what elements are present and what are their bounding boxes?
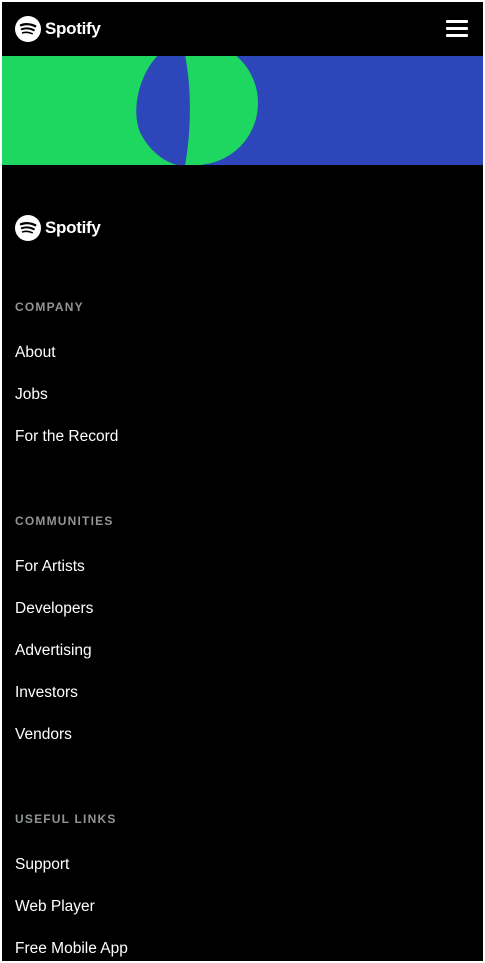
footer-link-vendors[interactable]: Vendors (15, 725, 72, 745)
section-heading: COMMUNITIES (15, 514, 114, 528)
footer-link-free-mobile-app[interactable]: Free Mobile App (15, 939, 128, 959)
header-logo-wordmark: Spotify (45, 19, 101, 38)
footer-logo-link[interactable]: Spotify (15, 215, 101, 241)
footer-link-support[interactable]: Support (15, 855, 69, 875)
header-logo-link[interactable]: Spotify (15, 16, 101, 42)
footer-section-communities: COMMUNITIES For Artists Developers Adver… (15, 512, 315, 752)
footer-link-about[interactable]: About (15, 343, 56, 363)
footer-section-useful-links: USEFUL LINKS Support Web Player Free Mob… (15, 810, 315, 961)
footer-link-investors[interactable]: Investors (15, 683, 78, 703)
footer-link-for-the-record[interactable]: For the Record (15, 427, 118, 447)
hamburger-menu-icon-line (446, 34, 468, 37)
footer-logo-wordmark: Spotify (45, 218, 101, 237)
section-heading: USEFUL LINKS (15, 812, 117, 826)
page: Spotify Spotify COMPANY About Jobs For t… (2, 2, 483, 961)
footer-link-developers[interactable]: Developers (15, 599, 93, 619)
hamburger-menu-icon (446, 20, 468, 23)
spotify-logo-icon (15, 215, 41, 241)
top-nav-bar: Spotify (2, 2, 483, 56)
section-heading: COMPANY (15, 300, 84, 314)
banner-graphic (2, 56, 483, 165)
footer-link-for-artists[interactable]: For Artists (15, 557, 85, 577)
footer-link-advertising[interactable]: Advertising (15, 641, 92, 661)
hamburger-menu-button[interactable] (443, 16, 471, 42)
hero-banner (2, 56, 483, 165)
footer-link-web-player[interactable]: Web Player (15, 897, 95, 917)
footer-section-company: COMPANY About Jobs For the Record (15, 298, 315, 448)
hamburger-menu-icon-line (446, 27, 468, 30)
footer-link-jobs[interactable]: Jobs (15, 385, 48, 405)
spotify-logo-icon (15, 16, 41, 42)
